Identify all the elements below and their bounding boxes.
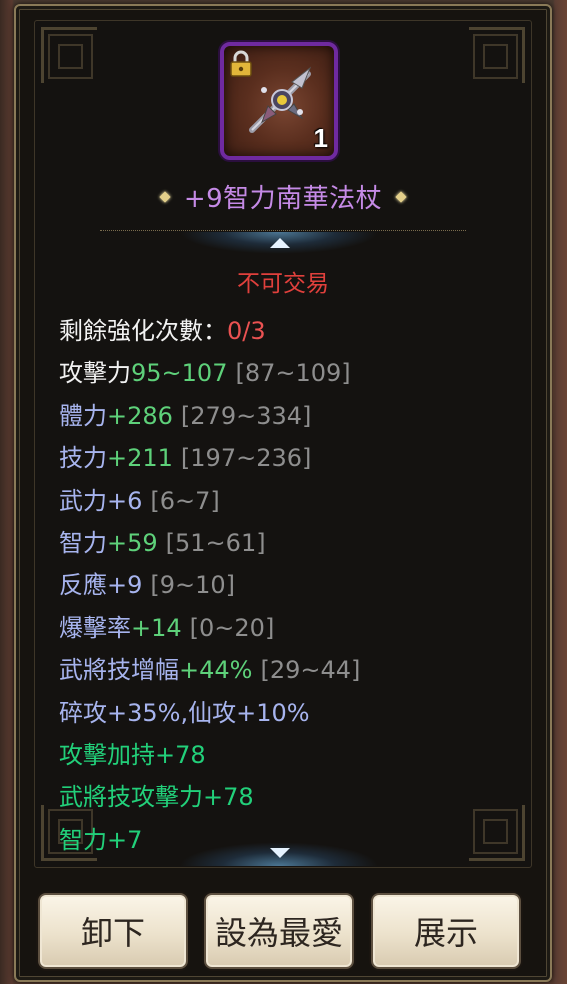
- stat-label: 武力: [59, 486, 107, 515]
- item-title: +9智力南華法杖: [16, 178, 550, 218]
- item-quantity: 1: [313, 123, 328, 153]
- stat-line: 智力+59 [51~61]: [59, 522, 360, 564]
- stat-label: 技力: [59, 444, 107, 473]
- stat-line: 體力+286 [279~334]: [59, 395, 360, 437]
- stat-range: [29~44]: [260, 656, 361, 685]
- item-icon-slot[interactable]: 1: [220, 42, 338, 160]
- special-attack-line: 碎攻+35%,仙攻+10%: [59, 698, 310, 727]
- stat-range: [51~61]: [165, 528, 266, 557]
- stat-label: 爆擊率: [59, 613, 131, 642]
- stat-label: 智力: [59, 528, 107, 557]
- bonus-line: 武將技攻擊力+78: [59, 783, 254, 812]
- stat-value: +211: [107, 444, 173, 473]
- enhance-label: 剩餘強化次數：: [59, 317, 227, 345]
- corner-ornament: [469, 27, 525, 83]
- corner-ornament: [41, 27, 97, 83]
- stat-value: +59: [107, 528, 158, 557]
- stat-value: 95~107: [131, 359, 228, 388]
- stat-label: 反應: [59, 571, 107, 600]
- corner-ornament: [469, 805, 525, 861]
- stat-value: +9: [107, 571, 143, 600]
- stat-range: [6~7]: [150, 486, 220, 515]
- arrow-down-icon[interactable]: [270, 848, 290, 858]
- enhance-count-line: 剩餘強化次數：0/3: [59, 310, 360, 352]
- diamond-icon: [395, 190, 407, 203]
- arrow-up-icon[interactable]: [270, 238, 290, 248]
- stat-line: 攻擊力95~107 [87~109]: [59, 352, 360, 394]
- stat-range: [9~10]: [150, 571, 236, 600]
- stat-value: +14: [131, 613, 182, 642]
- stat-line: 技力+211 [197~236]: [59, 437, 360, 479]
- stat-line: 爆擊率+14 [0~20]: [59, 607, 360, 649]
- stat-line: 武將技增幅+44% [29~44]: [59, 649, 360, 691]
- item-name: +9智力南華法杖: [183, 184, 383, 214]
- stat-range: [197~236]: [180, 444, 312, 473]
- untradeable-label: 不可交易: [237, 271, 329, 297]
- set-favorite-button[interactable]: 設為最愛: [204, 893, 354, 969]
- stat-value: +44%: [179, 656, 253, 685]
- stat-range: [279~334]: [180, 401, 312, 430]
- stat-label: 武將技增幅: [59, 656, 179, 685]
- stat-line: 武力+6 [6~7]: [59, 480, 360, 522]
- stat-range: [87~109]: [235, 359, 351, 388]
- stat-label: 體力: [59, 401, 107, 430]
- title-divider: [100, 230, 466, 231]
- stat-label: 攻擊力: [59, 359, 131, 388]
- stat-value: +6: [107, 486, 143, 515]
- bonus-line: 攻擊加持+78: [59, 740, 206, 769]
- unequip-button[interactable]: 卸下: [38, 893, 188, 969]
- stat-line: 反應+9 [9~10]: [59, 564, 360, 606]
- item-tooltip-panel: 1 +9智力南華法杖 不可交易 剩餘強化次數：0/3 攻擊力95~107 [87~…: [14, 4, 552, 982]
- diamond-icon: [159, 190, 171, 203]
- stat-range: [0~20]: [189, 613, 275, 642]
- lock-icon: [230, 50, 252, 77]
- stat-value: +286: [107, 401, 173, 430]
- staff-weapon-icon: [249, 66, 312, 133]
- enhance-value: 0/3: [227, 317, 266, 345]
- stats-list: 剩餘強化次數：0/3 攻擊力95~107 [87~109] 體力+286 [279~…: [59, 310, 360, 861]
- showcase-button[interactable]: 展示: [371, 893, 521, 969]
